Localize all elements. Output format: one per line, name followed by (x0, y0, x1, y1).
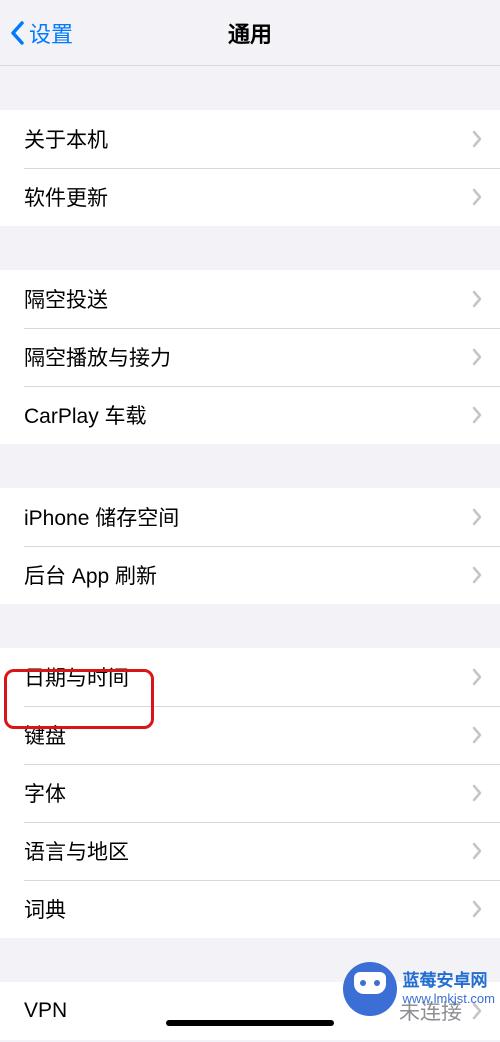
row-label: iPhone 储存空间 (24, 502, 472, 532)
row-fonts[interactable]: 字体 (0, 764, 500, 822)
section-storage: iPhone 储存空间 后台 App 刷新 (0, 488, 500, 604)
row-airdrop[interactable]: 隔空投送 (0, 270, 500, 328)
watermark-title: 蓝莓安卓网 (403, 971, 495, 991)
row-software-update[interactable]: 软件更新 (0, 168, 500, 226)
chevron-right-icon (472, 726, 482, 744)
section-gap (0, 226, 500, 270)
section-gap (0, 604, 500, 648)
chevron-right-icon (472, 900, 482, 918)
watermark: 蓝莓安卓网 www.lmkjst.com (343, 962, 495, 1016)
row-label: 隔空投送 (24, 284, 472, 314)
row-airplay-handoff[interactable]: 隔空播放与接力 (0, 328, 500, 386)
row-about[interactable]: 关于本机 (0, 110, 500, 168)
chevron-right-icon (472, 290, 482, 308)
row-label: 键盘 (24, 720, 472, 750)
section-airdrop: 隔空投送 隔空播放与接力 CarPlay 车载 (0, 270, 500, 444)
row-label: 词典 (24, 894, 472, 924)
chevron-right-icon (472, 842, 482, 860)
nav-header: 设置 通用 (0, 0, 500, 66)
chevron-right-icon (472, 130, 482, 148)
row-label: 日期与时间 (24, 662, 472, 692)
chevron-right-icon (472, 188, 482, 206)
home-indicator[interactable] (166, 1020, 334, 1026)
chevron-left-icon (10, 21, 24, 45)
row-background-app-refresh[interactable]: 后台 App 刷新 (0, 546, 500, 604)
watermark-url: www.lmkjst.com (403, 991, 495, 1007)
back-label: 设置 (29, 17, 73, 49)
row-carplay[interactable]: CarPlay 车载 (0, 386, 500, 444)
chevron-right-icon (472, 406, 482, 424)
row-label: 语言与地区 (24, 836, 472, 866)
chevron-right-icon (472, 508, 482, 526)
section-about: 关于本机 软件更新 (0, 110, 500, 226)
section-datetime-keyboard: 日期与时间 键盘 字体 语言与地区 词典 (0, 648, 500, 938)
page-title: 通用 (228, 17, 272, 49)
back-button[interactable]: 设置 (10, 0, 73, 65)
row-date-time[interactable]: 日期与时间 (0, 648, 500, 706)
row-label: 后台 App 刷新 (24, 560, 472, 590)
chevron-right-icon (472, 784, 482, 802)
chevron-right-icon (472, 566, 482, 584)
chevron-right-icon (472, 348, 482, 366)
row-label: CarPlay 车载 (24, 400, 472, 430)
row-dictionary[interactable]: 词典 (0, 880, 500, 938)
row-label: 字体 (24, 778, 472, 808)
row-iphone-storage[interactable]: iPhone 储存空间 (0, 488, 500, 546)
chevron-right-icon (472, 668, 482, 686)
row-label: 隔空播放与接力 (24, 342, 472, 372)
row-keyboard[interactable]: 键盘 (0, 706, 500, 764)
row-language-region[interactable]: 语言与地区 (0, 822, 500, 880)
row-label: 软件更新 (24, 182, 472, 212)
row-label: 关于本机 (24, 124, 472, 154)
watermark-logo-icon (343, 962, 397, 1016)
section-gap (0, 66, 500, 110)
section-gap (0, 444, 500, 488)
